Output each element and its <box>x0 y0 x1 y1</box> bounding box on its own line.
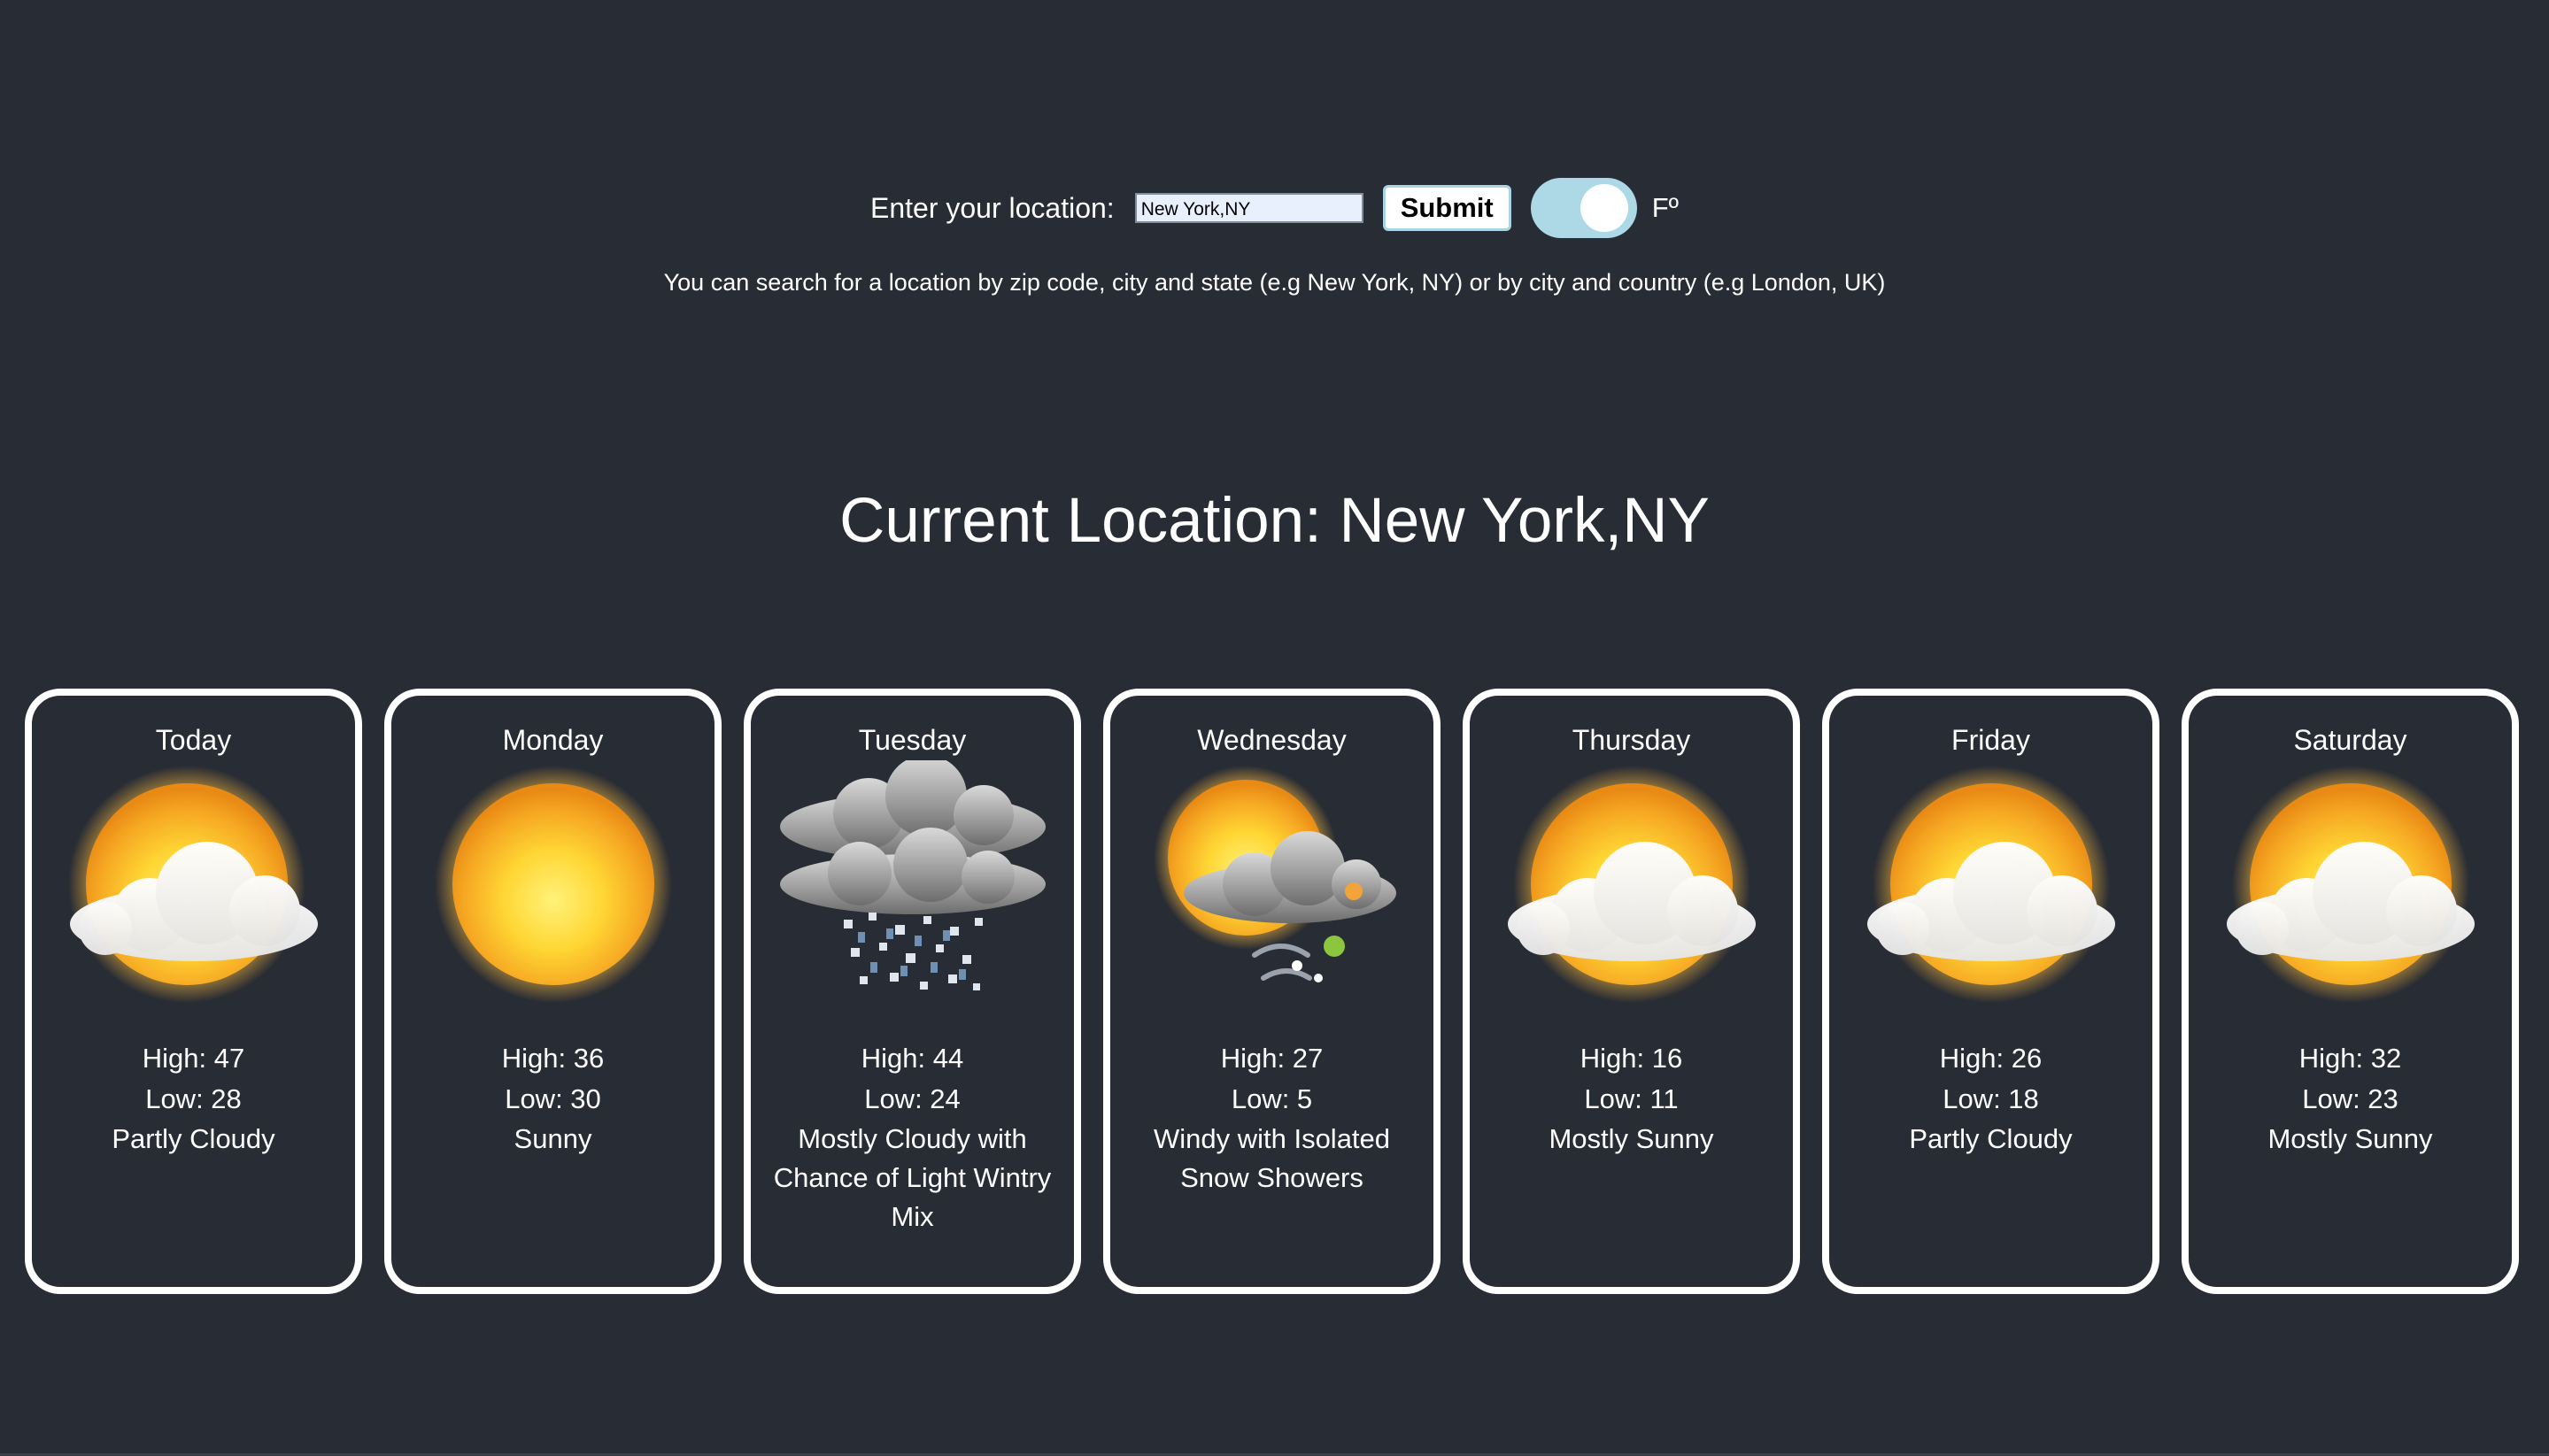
card-condition: Mostly Sunny <box>2267 1123 2433 1154</box>
partly-cloudy-icon <box>1507 766 1756 1003</box>
card-low: Low: 23 <box>2302 1083 2398 1114</box>
card-low: Low: 24 <box>864 1083 961 1114</box>
forecast-card-today: Today High: 47 Low: 28 Partly Cloudy <box>25 689 362 1294</box>
partly-cloudy-icon <box>1866 766 2115 1003</box>
card-high: High: 36 <box>501 1043 605 1074</box>
card-low: Low: 18 <box>1943 1083 2039 1114</box>
partly-cloudy-icon <box>2226 766 2475 1003</box>
card-condition: Partly Cloudy <box>1909 1123 2073 1154</box>
card-high: High: 32 <box>2298 1043 2402 1074</box>
unit-label: Fº <box>1651 192 1680 223</box>
sunny-icon <box>434 766 672 1003</box>
search-bar: Enter your location: Submit Fº <box>0 175 2549 241</box>
card-high: High: 27 <box>1220 1043 1324 1074</box>
card-condition: Sunny <box>514 1123 592 1154</box>
location-input[interactable] <box>1134 193 1363 223</box>
forecast-card-tuesday: Tuesday High: 44 Low: 24 Mostly Cloudy w… <box>744 689 1081 1294</box>
card-day: Today <box>155 724 232 756</box>
forecast-card-wednesday: Wednesday High: 27 Low: 5 Windy with Iso… <box>1103 689 1441 1294</box>
card-day: Monday <box>502 724 604 756</box>
windy-snow-icon <box>1153 766 1396 982</box>
card-condition: Windy with Isolated Snow Showers <box>1153 1123 1391 1193</box>
wintry-mix-icon <box>779 760 1046 990</box>
forecast-card-monday: Monday High: 36 Low: 30 Sunny <box>384 689 722 1294</box>
submit-button[interactable]: Submit <box>1382 185 1511 231</box>
card-high: High: 47 <box>142 1043 245 1074</box>
forecast-list: Today High: 47 Low: 28 Partly Cloudy Mon… <box>25 689 2519 1294</box>
forecast-card-thursday: Thursday High: 16 Low: 11 Mostly Sunny <box>1463 689 1800 1294</box>
forecast-card-saturday: Saturday High: 32 Low: 23 Mostly Sunny <box>2182 689 2519 1294</box>
card-day: Saturday <box>2293 724 2407 756</box>
card-day: Friday <box>1951 724 2030 756</box>
forecast-card-friday: Friday High: 26 Low: 18 Partly Cloudy <box>1822 689 2159 1294</box>
card-day: Wednesday <box>1197 724 1347 756</box>
card-low: Low: 5 <box>1231 1083 1313 1114</box>
card-low: Low: 30 <box>505 1083 601 1114</box>
search-hint: You can search for a location by zip cod… <box>663 269 1886 296</box>
card-high: High: 44 <box>861 1043 964 1074</box>
card-day: Thursday <box>1572 724 1691 756</box>
unit-toggle[interactable] <box>1530 178 1637 238</box>
card-condition: Mostly Cloudy with Chance of Light Wintr… <box>773 1123 1052 1232</box>
card-day: Tuesday <box>858 724 967 756</box>
card-low: Low: 28 <box>145 1083 242 1114</box>
toggle-knob <box>1580 184 1628 232</box>
card-condition: Partly Cloudy <box>112 1123 275 1154</box>
card-low: Low: 11 <box>1584 1083 1679 1114</box>
card-high: High: 16 <box>1580 1043 1683 1074</box>
location-label: Enter your location: <box>869 191 1115 224</box>
page-title: Current Location: New York,NY <box>839 486 1710 556</box>
card-high: High: 26 <box>1939 1043 2043 1074</box>
card-condition: Mostly Sunny <box>1549 1123 1714 1154</box>
partly-cloudy-icon <box>67 766 318 1003</box>
